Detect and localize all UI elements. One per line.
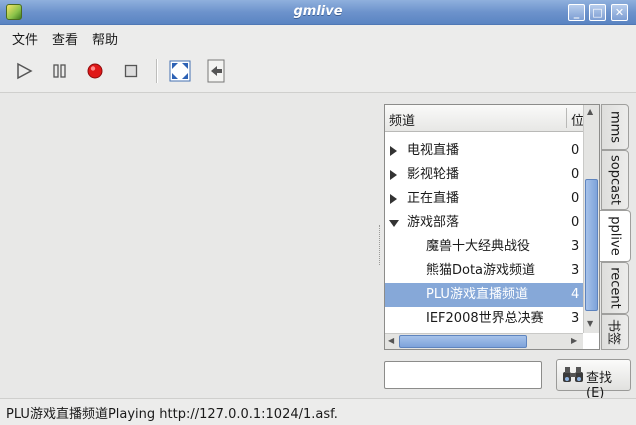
row-label: 电视直播 bbox=[407, 143, 460, 158]
stop-icon[interactable] bbox=[117, 57, 145, 85]
window-title: gmlive bbox=[293, 4, 343, 19]
search-input[interactable] bbox=[384, 361, 542, 389]
record-icon[interactable] bbox=[81, 57, 109, 85]
tab-sopcast[interactable]: sopcast bbox=[601, 150, 629, 210]
row-label: 魔兽十大经典战役 bbox=[426, 239, 531, 254]
tree-row-selected[interactable]: PLU游戏直播频道 4 bbox=[385, 283, 583, 307]
tab-label: sopcast bbox=[607, 155, 623, 205]
back-icon[interactable] bbox=[202, 57, 230, 85]
scroll-right-icon[interactable]: ▶ bbox=[571, 336, 577, 345]
expander-icon[interactable] bbox=[390, 146, 397, 156]
source-tabs: mms sopcast pplive recent 书签 bbox=[600, 104, 631, 352]
scroll-left-icon[interactable]: ◀ bbox=[388, 336, 394, 345]
row-label: 影视轮播 bbox=[407, 167, 460, 182]
row-label: 熊猫Dota游戏频道 bbox=[426, 263, 536, 278]
status-text: PLU游戏直播频道Playing http://127.0.0.1:1024/1… bbox=[6, 407, 338, 422]
pane-splitter[interactable] bbox=[379, 225, 383, 265]
vertical-scroll-thumb[interactable] bbox=[585, 179, 598, 311]
title-bar: gmlive _ □ ✕ bbox=[0, 0, 636, 25]
toolbar bbox=[0, 50, 636, 93]
tree-row[interactable]: 电视直播 0 bbox=[385, 139, 583, 163]
minimize-button[interactable]: _ bbox=[568, 4, 585, 21]
tab-bookmarks[interactable]: 书签 bbox=[601, 314, 629, 350]
find-button[interactable]: 查找(E) bbox=[556, 359, 631, 401]
tab-label: 书签 bbox=[605, 318, 621, 346]
menu-help[interactable]: 帮助 bbox=[92, 29, 118, 48]
menu-bar: 文件 查看 帮助 bbox=[0, 25, 636, 50]
tree-header: 频道 位 bbox=[385, 105, 599, 132]
expander-icon[interactable] bbox=[390, 194, 397, 204]
tree-row[interactable]: 正在直播 0 bbox=[385, 187, 583, 211]
tab-label: recent bbox=[607, 267, 623, 309]
tree-row[interactable]: IEF2008世界总决赛 3 bbox=[385, 307, 583, 331]
tree-row[interactable]: 影视轮播 0 bbox=[385, 163, 583, 187]
row-num: 0 bbox=[571, 215, 580, 230]
scroll-up-icon[interactable]: ▲ bbox=[587, 107, 593, 116]
row-num: 3 bbox=[571, 239, 580, 254]
pause-icon[interactable] bbox=[46, 57, 74, 85]
row-num: 3 bbox=[571, 263, 580, 278]
video-area[interactable] bbox=[0, 93, 378, 398]
channel-tree[interactable]: 频道 位 电视直播 0 影视轮播 0 正在直播 0 游戏部落 0 魔兽十大经典战… bbox=[384, 104, 600, 350]
menu-view[interactable]: 查看 bbox=[52, 29, 78, 48]
binoculars-icon bbox=[563, 367, 583, 382]
tab-label: mms bbox=[607, 110, 623, 144]
vertical-scrollbar[interactable]: ▲ ▼ bbox=[583, 105, 599, 333]
column-header-channel[interactable]: 频道 bbox=[389, 110, 415, 129]
tab-mms[interactable]: mms bbox=[601, 104, 629, 150]
expander-icon[interactable] bbox=[389, 220, 399, 227]
tree-row[interactable]: 熊猫Dota游戏频道 3 bbox=[385, 259, 583, 283]
tree-row[interactable]: 魔兽十大经典战役 3 bbox=[385, 235, 583, 259]
find-button-label: 查找(E) bbox=[586, 371, 613, 401]
tree-row[interactable]: 游戏部落 0 bbox=[385, 211, 583, 235]
close-button[interactable]: ✕ bbox=[611, 4, 628, 21]
toolbar-separator bbox=[156, 59, 158, 83]
tab-label: pplive bbox=[607, 216, 623, 256]
scroll-down-icon[interactable]: ▼ bbox=[587, 319, 593, 328]
horizontal-scroll-thumb[interactable] bbox=[399, 335, 527, 348]
row-label: PLU游戏直播频道 bbox=[426, 287, 528, 302]
tab-recent[interactable]: recent bbox=[601, 262, 629, 314]
maximize-button[interactable]: □ bbox=[589, 4, 606, 21]
status-bar: PLU游戏直播频道Playing http://127.0.0.1:1024/1… bbox=[0, 398, 636, 425]
row-num: 0 bbox=[571, 167, 580, 182]
tab-pplive[interactable]: pplive bbox=[600, 210, 631, 262]
row-num: 3 bbox=[571, 311, 580, 326]
row-label: 正在直播 bbox=[407, 191, 460, 206]
horizontal-scrollbar[interactable]: ◀ ▶ bbox=[385, 333, 583, 349]
menu-file[interactable]: 文件 bbox=[12, 29, 38, 48]
expander-icon[interactable] bbox=[390, 170, 397, 180]
row-label: 游戏部落 bbox=[407, 215, 460, 230]
column-divider bbox=[566, 108, 567, 128]
fullscreen-icon[interactable] bbox=[166, 57, 194, 85]
row-num: 0 bbox=[571, 143, 580, 158]
row-label: IEF2008世界总决赛 bbox=[426, 311, 544, 326]
row-num: 4 bbox=[571, 287, 580, 302]
row-num: 0 bbox=[571, 191, 580, 206]
play-icon[interactable] bbox=[10, 57, 38, 85]
